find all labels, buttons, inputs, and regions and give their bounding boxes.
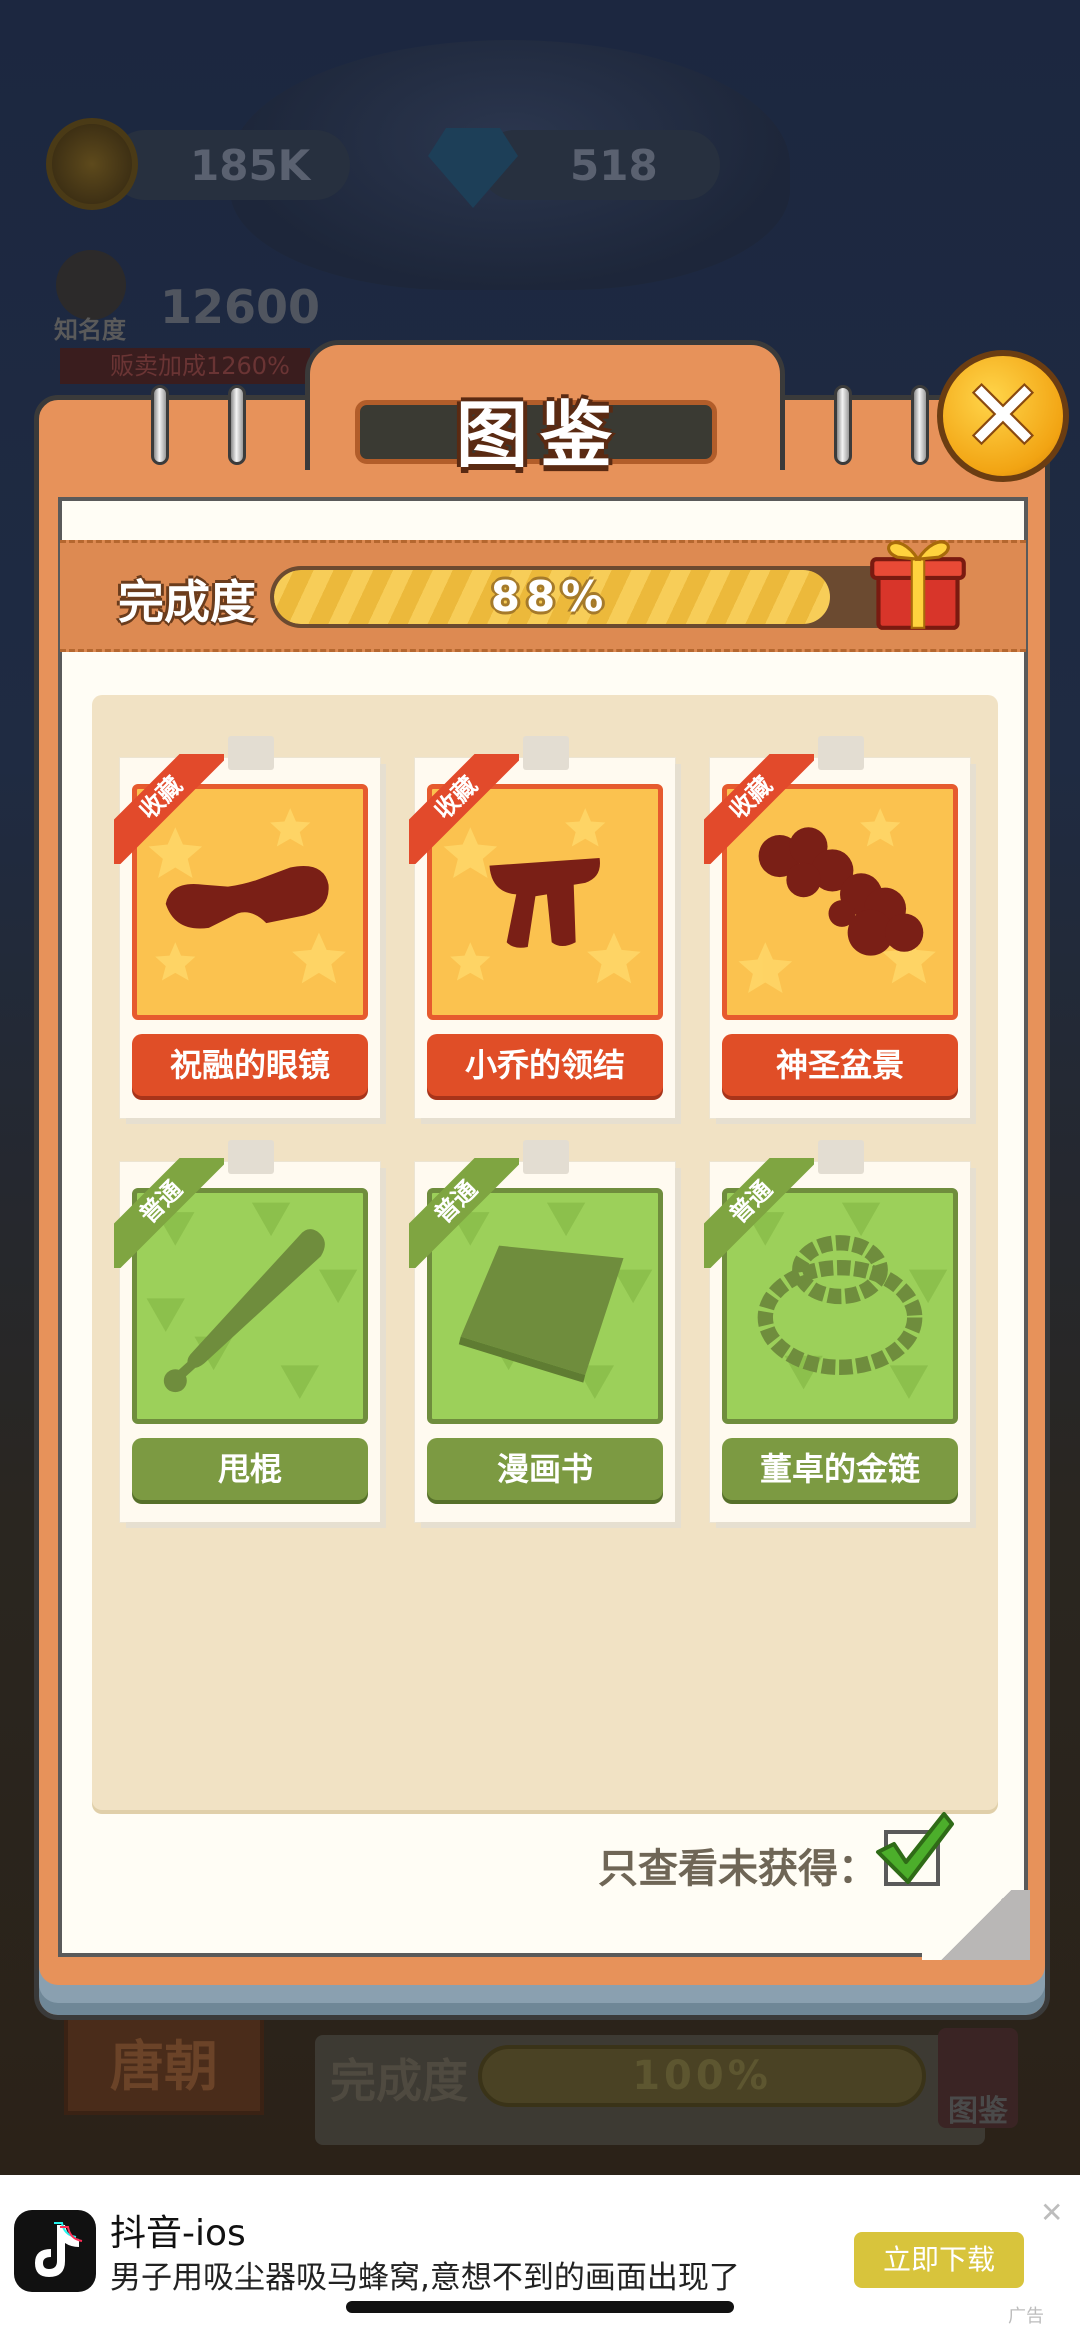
- binder-ring-icon: [151, 385, 169, 465]
- rarity-ribbon: 普通: [409, 1158, 519, 1268]
- binder-ring-icon: [911, 385, 929, 465]
- item-name-label: 漫画书: [427, 1438, 663, 1500]
- dynasty-completion-bar: 100%: [478, 2045, 926, 2107]
- item-name-label: 祝融的眼镜: [132, 1034, 368, 1096]
- gem-value: 518: [570, 140, 658, 190]
- unobtained-filter-label: 只查看未获得：: [598, 1846, 878, 1892]
- rarity-ribbon: 收藏: [704, 754, 814, 864]
- ad-label: 广告: [1008, 2306, 1044, 2327]
- rarity-ribbon: 收藏: [114, 754, 224, 864]
- collection-book-button: 图鉴: [938, 2028, 1018, 2129]
- dynasty-completion-label: 完成度: [330, 2054, 468, 2108]
- close-button[interactable]: ✕: [937, 350, 1069, 482]
- fame-label: 知名度: [54, 316, 126, 344]
- gem-counter: 518: [480, 130, 720, 200]
- coin-value: 185K: [190, 140, 311, 190]
- download-button[interactable]: 立即下载: [854, 2232, 1024, 2288]
- tape-decoration: [523, 1140, 569, 1174]
- tape-decoration: [818, 736, 864, 770]
- completion-percent: 88%: [490, 572, 610, 621]
- dynasty-tab: 唐朝: [64, 2015, 264, 2115]
- gift-reward-icon[interactable]: [866, 528, 970, 632]
- tape-decoration: [228, 1140, 274, 1174]
- rarity-ribbon: 普通: [704, 1158, 814, 1268]
- item-name-label: 董卓的金链: [722, 1438, 958, 1500]
- item-name-label: 甩棍: [132, 1438, 368, 1500]
- close-icon: ✕: [962, 360, 1044, 472]
- music-note-icon: [35, 2222, 83, 2277]
- tape-decoration: [818, 1140, 864, 1174]
- tape-decoration: [228, 736, 274, 770]
- coin-counter: 185K: [110, 130, 350, 200]
- collection-card[interactable]: 普通 甩棍: [114, 1140, 380, 1522]
- collection-card[interactable]: 收藏 神圣盆景: [704, 736, 970, 1118]
- item-name-label: 神圣盆景: [722, 1034, 958, 1096]
- binder-ring-icon: [228, 385, 246, 465]
- rarity-ribbon: 收藏: [409, 754, 519, 864]
- collection-card[interactable]: 普通 董卓的金链: [704, 1140, 970, 1522]
- tape-decoration: [523, 736, 569, 770]
- home-indicator[interactable]: [346, 2301, 734, 2313]
- checkmark-icon: [876, 1812, 954, 1884]
- ad-description: 男子用吸尘器吸马蜂窝,意想不到的画面出现了: [110, 2260, 740, 2296]
- rarity-ribbon: 普通: [114, 1158, 224, 1268]
- coin-icon: [46, 118, 138, 210]
- collection-card[interactable]: 普通 漫画书: [409, 1140, 675, 1522]
- page-fold-corner: [922, 1890, 1030, 1960]
- completion-label: 完成度: [118, 575, 256, 629]
- binder-ring-icon: [834, 385, 852, 465]
- collection-card[interactable]: 收藏 祝融的眼镜: [114, 736, 380, 1118]
- douyin-logo-icon: [14, 2210, 96, 2292]
- fame-value: 12600: [160, 280, 321, 334]
- ad-close-icon[interactable]: ✕: [1040, 2196, 1063, 2229]
- collection-card[interactable]: 收藏 小乔的领结: [409, 736, 675, 1118]
- ad-app-name: 抖音-ios: [110, 2213, 246, 2254]
- item-name-label: 小乔的领结: [427, 1034, 663, 1096]
